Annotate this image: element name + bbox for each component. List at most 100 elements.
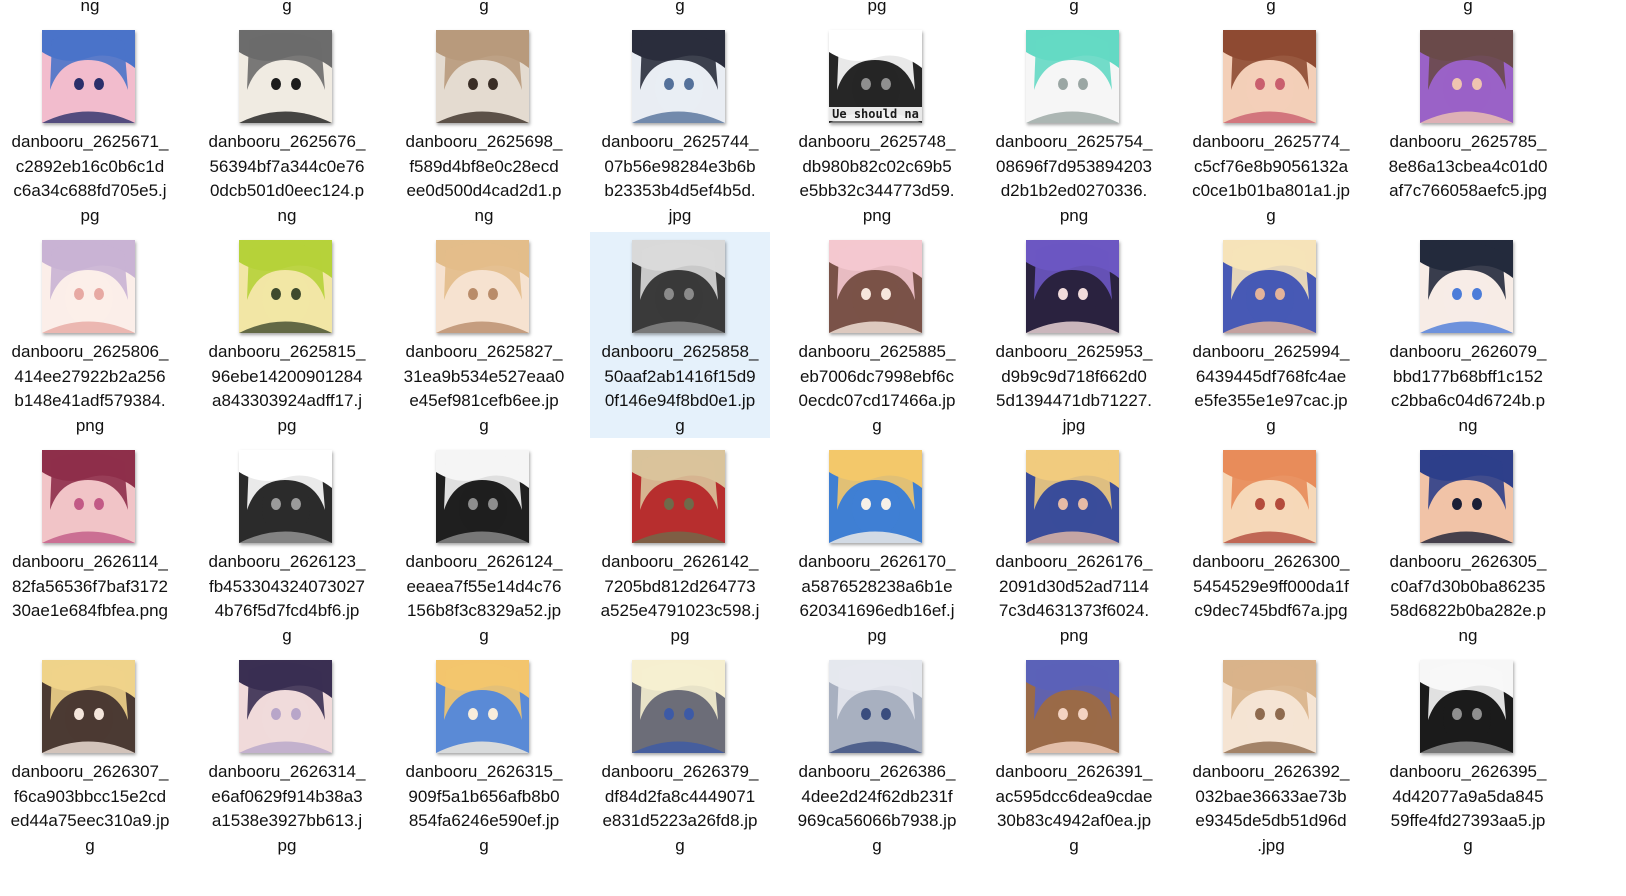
- image-thumbnail[interactable]: [239, 30, 332, 123]
- file-item[interactable]: danbooru_2625994_ 6439445df768fc4ae e5fe35…: [1181, 232, 1361, 438]
- image-thumbnail[interactable]: [42, 450, 135, 543]
- file-name-line: g: [85, 835, 95, 855]
- image-thumbnail[interactable]: [632, 30, 725, 123]
- file-item[interactable]: danbooru_2625785_ 8e86a13cbea4c01d0 af7c76…: [1378, 22, 1558, 228]
- file-item[interactable]: danbooru_2626379_ df84d2fa8c4449071 e831d5…: [590, 652, 770, 858]
- file-name-line: danbooru_2625671_: [11, 132, 169, 151]
- image-thumbnail[interactable]: [1420, 240, 1513, 333]
- file-name-line: 5d1394471db71227.: [996, 391, 1152, 410]
- file-name-line: g: [1266, 205, 1276, 225]
- image-thumbnail[interactable]: [436, 450, 529, 543]
- image-thumbnail[interactable]: [1026, 450, 1119, 543]
- file-item[interactable]: danbooru_2626314_ e6af0629f914b38a3 a1538e…: [197, 652, 377, 858]
- file-name: danbooru_2625748_ db980b82c02c69b5 e5bb32c…: [787, 130, 967, 228]
- file-item[interactable]: danbooru_2626079_ bbd177b68bff1c152 c2bba6…: [1378, 232, 1558, 438]
- image-thumbnail[interactable]: [436, 240, 529, 333]
- file-item[interactable]: danbooru_2626391_ ac595dcc6dea9cdae 30b83c…: [984, 652, 1164, 858]
- file-item[interactable]: danbooru_2626307_ f6ca903bbcc15e2cd ed44a7…: [0, 652, 180, 858]
- file-item[interactable]: danbooru_2626392_ 032bae36633ae73b e9345de…: [1181, 652, 1361, 858]
- file-item[interactable]: danbooru_2625774_ c5cf76e8b9056132a c0ce1b…: [1181, 22, 1361, 228]
- image-thumbnail[interactable]: [632, 450, 725, 543]
- image-thumbnail[interactable]: [829, 450, 922, 543]
- file-item[interactable]: danbooru_2626395_ 4d42077a9a5da845 59ffe4f…: [1378, 652, 1558, 858]
- file-name: danbooru_2626386_ 4dee2d24f62db231f 969ca5…: [787, 760, 967, 858]
- file-item[interactable]: danbooru_2626123_ fb453304324073027 4b76f5…: [197, 442, 377, 648]
- file-name: danbooru_2625774_ c5cf76e8b9056132a c0ce1b…: [1181, 130, 1361, 228]
- file-item[interactable]: danbooru_2625671_ c2892eb16c0b6c1d c6a34c6…: [0, 22, 180, 228]
- file-name-tail: g: [479, 0, 489, 15]
- file-name-line: danbooru_2626176_: [995, 552, 1153, 571]
- image-thumbnail[interactable]: [42, 240, 135, 333]
- image-thumbnail[interactable]: [829, 240, 922, 333]
- file-item[interactable]: danbooru_2625885_ eb7006dc7998ebf6c 0ecdc0…: [787, 232, 967, 438]
- image-thumbnail[interactable]: [239, 660, 332, 753]
- file-name-line: danbooru_2626392_: [1192, 762, 1350, 781]
- image-thumbnail[interactable]: [1223, 240, 1316, 333]
- file-name-line: e45ef981cefb6ee.jp: [409, 391, 559, 410]
- file-item[interactable]: danbooru_2625806_ 414ee27922b2a256 b148e41…: [0, 232, 180, 438]
- file-item[interactable]: danbooru_2626170_ a5876528238a6b1e 6203416…: [787, 442, 967, 648]
- file-item[interactable]: Ue should na danbooru_2625748_ db980b82c02…: [787, 22, 967, 228]
- file-item[interactable]: danbooru_2626124_ eeaea7f55e14d4c76 156b8f…: [394, 442, 574, 648]
- file-name-line: danbooru_2625885_: [798, 342, 956, 361]
- file-name: danbooru_2625994_ 6439445df768fc4ae e5fe35…: [1181, 340, 1361, 438]
- file-item[interactable]: danbooru_2625676_ 56394bf7a344c0e76 0dcb50…: [197, 22, 377, 228]
- file-item[interactable]: danbooru_2625953_ d9b9c9d718f662d0 5d13944…: [984, 232, 1164, 438]
- image-thumbnail[interactable]: [1223, 660, 1316, 753]
- image-thumbnail[interactable]: [632, 660, 725, 753]
- file-name-line: danbooru_2625858_: [601, 342, 759, 361]
- file-name-line: db980b82c02c69b5: [802, 156, 952, 176]
- file-item[interactable]: danbooru_2625858_ 50aaf2ab1416f15d9 0f146e…: [590, 232, 770, 438]
- file-name-line: .jpg: [1257, 835, 1285, 855]
- image-thumbnail[interactable]: [436, 660, 529, 753]
- file-item[interactable]: danbooru_2625698_ f589d4bf8e0c28ecd ee0d50…: [394, 22, 574, 228]
- image-thumbnail[interactable]: [1026, 660, 1119, 753]
- image-thumbnail[interactable]: [1420, 450, 1513, 543]
- file-name-line: 5454529e9ff000da1f: [1193, 576, 1349, 596]
- image-thumbnail[interactable]: [1223, 450, 1316, 543]
- image-thumbnail[interactable]: [1420, 660, 1513, 753]
- file-item[interactable]: danbooru_2626176_ 2091d30d52ad7114 7c3d463…: [984, 442, 1164, 648]
- file-name-line: fb453304324073027: [209, 576, 365, 596]
- image-thumbnail[interactable]: [42, 660, 135, 753]
- file-item[interactable]: danbooru_2625754_ 08696f7d953894203 d2b1b2…: [984, 22, 1164, 228]
- image-thumbnail[interactable]: [1420, 30, 1513, 123]
- file-name-line: danbooru_2625748_: [798, 132, 956, 151]
- image-thumbnail[interactable]: [1223, 30, 1316, 123]
- file-item[interactable]: danbooru_2625815_ 96ebe14200901284 a843303…: [197, 232, 377, 438]
- file-item[interactable]: danbooru_2625744_ 07b56e98284e3b6b b23353b…: [590, 22, 770, 228]
- file-name-line: ng: [277, 205, 297, 225]
- image-thumbnail[interactable]: [632, 240, 725, 333]
- file-name: danbooru_2626176_ 2091d30d52ad7114 7c3d463…: [984, 550, 1164, 648]
- file-item[interactable]: danbooru_2626142_ 7205bd812d264773 a525e47…: [590, 442, 770, 648]
- file-item[interactable]: danbooru_2626305_ c0af7d30b0ba86235 58d682…: [1378, 442, 1558, 648]
- file-name-line: 969ca56066b7938.jp: [797, 811, 957, 830]
- file-item[interactable]: danbooru_2626300_ 5454529e9ff000da1f c9dec…: [1181, 442, 1361, 648]
- image-thumbnail[interactable]: [436, 30, 529, 123]
- file-name: danbooru_2626314_ e6af0629f914b38a3 a1538e…: [197, 760, 377, 858]
- file-item[interactable]: danbooru_2626315_ 909f5a1b656afb8b0 854fa6…: [394, 652, 574, 858]
- file-name-line: g: [282, 625, 292, 645]
- file-name: danbooru_2626315_ 909f5a1b656afb8b0 854fa6…: [394, 760, 574, 858]
- image-thumbnail[interactable]: [239, 450, 332, 543]
- file-item[interactable]: danbooru_2625827_ 31ea9b534e527eaa0 e45ef9…: [394, 232, 574, 438]
- file-name-line: 0ecdc07cd17466a.jp: [798, 391, 956, 410]
- image-thumbnail[interactable]: Ue should na: [829, 30, 922, 123]
- file-name-line: ng: [474, 205, 494, 225]
- file-name-line: danbooru_2626300_: [1192, 552, 1350, 571]
- image-thumbnail[interactable]: [1026, 240, 1119, 333]
- file-name-line: danbooru_2626315_: [405, 762, 563, 781]
- file-name-line: png: [75, 415, 105, 435]
- file-name-line: ac595dcc6dea9cdae: [995, 786, 1153, 806]
- file-item[interactable]: danbooru_2626386_ 4dee2d24f62db231f 969ca5…: [787, 652, 967, 858]
- image-thumbnail[interactable]: [829, 660, 922, 753]
- image-thumbnail[interactable]: [42, 30, 135, 123]
- file-name: danbooru_2626395_ 4d42077a9a5da845 59ffe4f…: [1378, 760, 1558, 858]
- file-item[interactable]: danbooru_2626114_ 82fa56536f7baf3172 30ae1…: [0, 442, 180, 648]
- file-name-line: c5cf76e8b9056132a: [1193, 156, 1349, 176]
- file-name-line: danbooru_2626379_: [601, 762, 759, 781]
- file-name-line: pg: [277, 835, 297, 855]
- image-thumbnail[interactable]: [1026, 30, 1119, 123]
- file-name-line: 854fa6246e590ef.jp: [408, 811, 560, 830]
- image-thumbnail[interactable]: [239, 240, 332, 333]
